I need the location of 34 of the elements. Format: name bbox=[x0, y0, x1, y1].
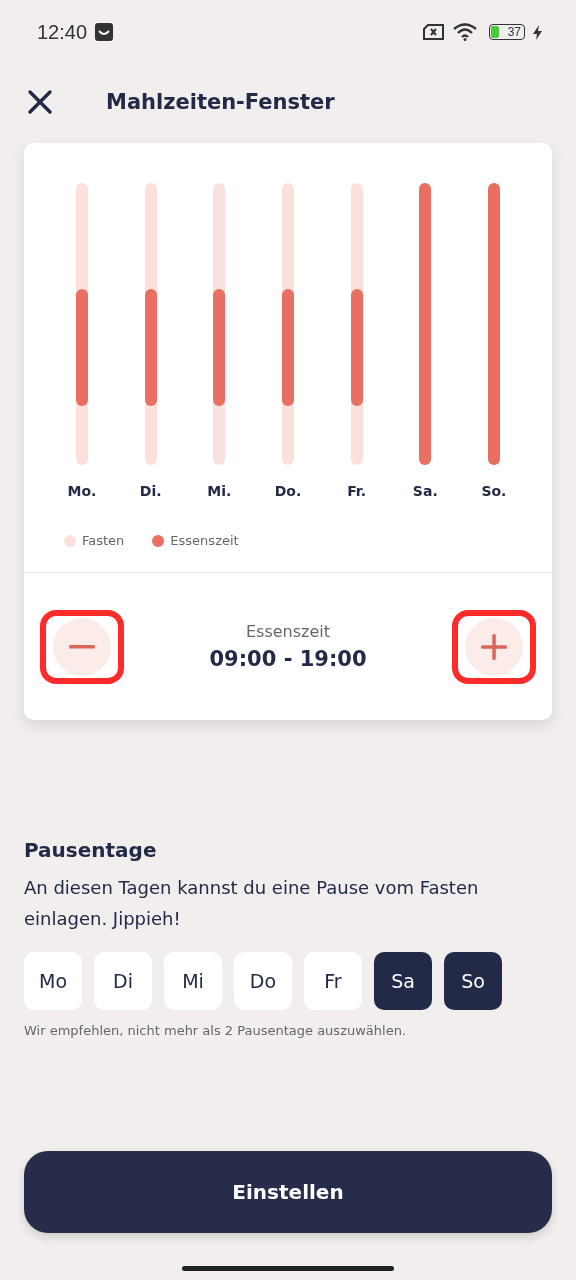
day-label: Mi. bbox=[207, 483, 232, 499]
status-time: 12:40 bbox=[37, 20, 88, 44]
day-toggle[interactable]: Fr bbox=[304, 952, 362, 1010]
day-toggle[interactable]: Di bbox=[94, 952, 152, 1010]
plus-icon bbox=[481, 633, 507, 660]
window-time: 09:00 - 19:00 bbox=[209, 647, 367, 671]
wifi-icon bbox=[453, 23, 477, 41]
window-label: Essenszeit bbox=[245, 622, 331, 641]
day-toggle[interactable]: So bbox=[444, 952, 502, 1010]
day-toggle[interactable]: Mo bbox=[24, 952, 82, 1010]
legend-label: Essenszeit bbox=[170, 533, 239, 548]
section-title: Pausentage bbox=[24, 838, 158, 862]
sim-error-icon bbox=[423, 24, 445, 40]
day-label: So. bbox=[481, 483, 507, 499]
battery-indicator: 37 bbox=[489, 24, 525, 40]
day-toggle[interactable]: Mi bbox=[164, 952, 222, 1010]
screen-title: Mahlzeiten-Fenster bbox=[106, 90, 335, 114]
legend-label: Fasten bbox=[82, 533, 125, 548]
day-label: Di. bbox=[139, 483, 162, 499]
day-toggle[interactable]: Sa bbox=[374, 952, 432, 1010]
app-notification-icon bbox=[95, 23, 114, 41]
charging-icon bbox=[533, 24, 542, 40]
day-label: Sa. bbox=[412, 483, 438, 499]
day-label: Do. bbox=[274, 483, 302, 499]
close-button[interactable] bbox=[26, 88, 54, 116]
day-toggle[interactable]: Do bbox=[234, 952, 292, 1010]
hint-text: Wir empfehlen, nicht mehr als 2 Pausentage auszuwählen. bbox=[24, 1022, 407, 1040]
increase-button[interactable] bbox=[465, 617, 523, 676]
decrease-button[interactable] bbox=[53, 617, 111, 676]
minus-icon bbox=[69, 644, 95, 649]
section-description: An diesen Tagen kannst du eine Pause vom Fasten einlagen. Jippieh! bbox=[24, 876, 480, 931]
day-label: Fr. bbox=[347, 483, 367, 499]
submit-button[interactable]: Einstellen bbox=[24, 1151, 552, 1233]
day-label: Mo. bbox=[67, 483, 97, 499]
